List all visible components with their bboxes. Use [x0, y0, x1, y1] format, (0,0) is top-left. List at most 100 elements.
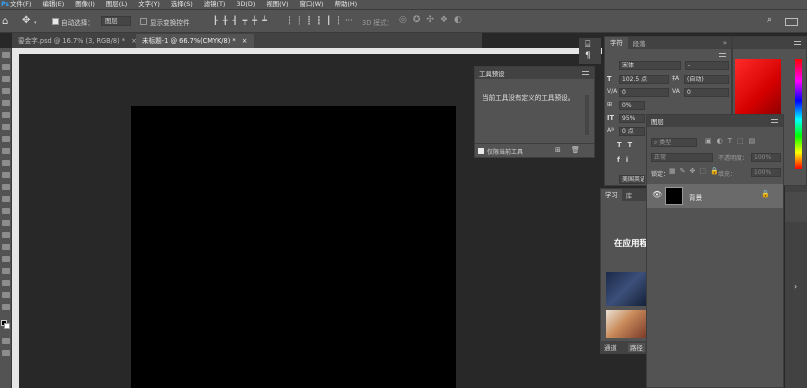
close-icon[interactable]: » — [723, 37, 727, 49]
properties-icon[interactable]: ⌸ — [585, 40, 590, 50]
vertical-scale-field[interactable]: 0% — [619, 101, 645, 110]
chevron-right-icon[interactable]: › — [794, 282, 797, 291]
zoom-tool-icon[interactable] — [2, 292, 10, 298]
blur-tool-icon[interactable] — [2, 208, 10, 214]
auto-select-checkbox[interactable] — [52, 18, 59, 25]
search-icon[interactable]: ⌕ — [767, 15, 772, 25]
eyedropper-tool-icon[interactable] — [2, 124, 10, 130]
chevron-down-icon[interactable]: ▾ — [34, 20, 37, 26]
blend-mode-select[interactable]: 正常 — [651, 153, 713, 162]
menu-edit[interactable]: 编辑(E) — [42, 0, 64, 9]
tutorial-thumbnail[interactable] — [606, 272, 646, 306]
move-tool-icon[interactable] — [2, 52, 10, 58]
healing-tool-icon[interactable] — [2, 136, 10, 142]
lock-icon[interactable]: 🔒 — [761, 190, 770, 198]
lasso-tool-icon[interactable] — [2, 76, 10, 82]
opentype-icons[interactable]: fi — [617, 156, 634, 164]
tab-paths[interactable]: 路径 — [628, 343, 645, 352]
quick-select-tool-icon[interactable] — [2, 88, 10, 94]
layer-filter-icons[interactable]: ▣◐T⬚▤ — [705, 137, 760, 145]
new-preset-icon[interactable]: ⊞ — [555, 146, 561, 154]
horizontal-scale-field[interactable]: 95% — [619, 114, 645, 123]
eye-icon[interactable]: 👁 — [652, 190, 662, 199]
quick-mask-icon[interactable] — [2, 338, 10, 344]
layer-search-field[interactable]: ⌕ 类型 — [651, 138, 697, 147]
brush-tool-icon[interactable] — [2, 148, 10, 154]
color-field[interactable] — [735, 59, 781, 117]
tracking-field[interactable]: 0 — [684, 88, 729, 97]
screen-mode-icon[interactable] — [2, 350, 10, 356]
history-brush-tool-icon[interactable] — [2, 172, 10, 178]
panel-menu-icon[interactable] — [582, 71, 589, 75]
document-canvas[interactable] — [131, 106, 456, 388]
tab-character[interactable]: 字符 — [605, 37, 628, 49]
dodge-tool-icon[interactable] — [2, 220, 10, 226]
dock-panel-stub[interactable] — [785, 192, 807, 222]
opacity-field[interactable]: 100% — [751, 153, 781, 162]
tutorial-thumbnail[interactable] — [606, 310, 646, 338]
type-tool-icon[interactable] — [2, 244, 10, 250]
scrollbar[interactable] — [585, 95, 589, 135]
auto-select-dropdown[interactable]: 图层 — [101, 16, 131, 26]
menu-layer[interactable]: 图层(L) — [106, 0, 127, 9]
paragraph-icon[interactable]: ¶ — [585, 51, 591, 61]
language-select[interactable]: 美国英语 — [619, 175, 645, 184]
show-transform-checkbox[interactable] — [140, 18, 147, 25]
gradient-tool-icon[interactable] — [2, 196, 10, 202]
move-tool-icon[interactable]: ✥ — [22, 15, 30, 26]
menu-type[interactable]: 文字(Y) — [138, 0, 160, 9]
marquee-tool-icon[interactable] — [2, 64, 10, 70]
tab-channels[interactable]: 通道 — [604, 343, 617, 352]
shape-tool-icon[interactable] — [2, 268, 10, 274]
path-select-tool-icon[interactable] — [2, 256, 10, 262]
menu-3d[interactable]: 3D(D) — [236, 0, 255, 9]
eraser-tool-icon[interactable] — [2, 184, 10, 190]
hue-slider[interactable] — [795, 59, 802, 169]
panel-menu-icon[interactable] — [794, 41, 801, 45]
layers-panel: 图层 ⌕ 类型 ▣◐T⬚▤ 正常 不透明度： 100% 锁定： ▦✎✥⬚🔒 填充… — [646, 114, 784, 388]
leading-field[interactable]: (自动) — [684, 75, 729, 84]
background-color-swatch[interactable] — [4, 323, 10, 329]
stamp-tool-icon[interactable] — [2, 160, 10, 166]
close-icon[interactable]: × — [242, 37, 248, 45]
tab-gold-text[interactable]: 鎏金字.psd @ 16.7% (3, RGB/8) * × — [12, 34, 137, 48]
distribute-icons[interactable]: ┆┊┋┇┃┆ — [287, 16, 346, 25]
font-family-select[interactable]: 宋体 — [619, 61, 681, 70]
crop-tool-icon[interactable] — [2, 100, 10, 106]
menu-file[interactable]: 文件(F) — [10, 0, 31, 9]
lock-icons[interactable]: ▦✎✥⬚🔒 — [669, 167, 723, 175]
tab-learn[interactable]: 学习 — [601, 189, 622, 201]
more-options-icon[interactable]: ··· — [345, 16, 353, 25]
menu-image[interactable]: 图像(I) — [75, 0, 95, 9]
hand-tool-icon[interactable] — [2, 280, 10, 286]
tab-library[interactable]: 库 — [622, 191, 636, 200]
tab-untitled[interactable]: 未标题-1 @ 66.7%(CMYK/8) * × — [136, 34, 254, 48]
font-style-select[interactable]: - — [685, 61, 729, 70]
more-tools-icon[interactable] — [2, 304, 10, 310]
text-style-icons[interactable]: TT — [617, 141, 638, 149]
kerning-field[interactable]: 0 — [619, 88, 669, 97]
tool-preset-title[interactable]: 工具预设 — [479, 69, 505, 78]
menu-filter[interactable]: 滤镜(T) — [204, 0, 226, 9]
workspace-icon[interactable] — [785, 18, 798, 26]
trash-icon[interactable]: 🗑 — [571, 146, 580, 154]
layer-row[interactable]: 👁 背景 🔒 — [647, 184, 783, 208]
pen-tool-icon[interactable] — [2, 232, 10, 238]
align-icons[interactable]: ┠╂┨┯┿┷ — [213, 16, 272, 25]
layers-title[interactable]: 图层 — [651, 117, 664, 126]
menu-select[interactable]: 选择(S) — [171, 0, 193, 9]
3d-mode-icons[interactable]: ◎✪✣❖◐ — [399, 15, 468, 25]
menu-help[interactable]: 帮助(H) — [335, 0, 358, 9]
frame-tool-icon[interactable] — [2, 112, 10, 118]
panel-menu-icon[interactable] — [719, 53, 726, 57]
current-tool-only-checkbox[interactable] — [478, 148, 484, 154]
tab-paragraph[interactable]: 段落 — [628, 39, 651, 48]
panel-menu-icon[interactable] — [771, 119, 778, 123]
fill-field[interactable]: 100% — [751, 168, 781, 177]
baseline-shift-field[interactable]: 0 点 — [619, 127, 645, 136]
home-icon[interactable]: ⌂ — [2, 16, 8, 27]
menu-view[interactable]: 视图(V) — [266, 0, 288, 9]
font-size-field[interactable]: 102.5 点 — [619, 75, 669, 84]
show-transform-label: 显示变换控件 — [150, 19, 190, 27]
menu-window[interactable]: 窗口(W) — [299, 0, 323, 9]
